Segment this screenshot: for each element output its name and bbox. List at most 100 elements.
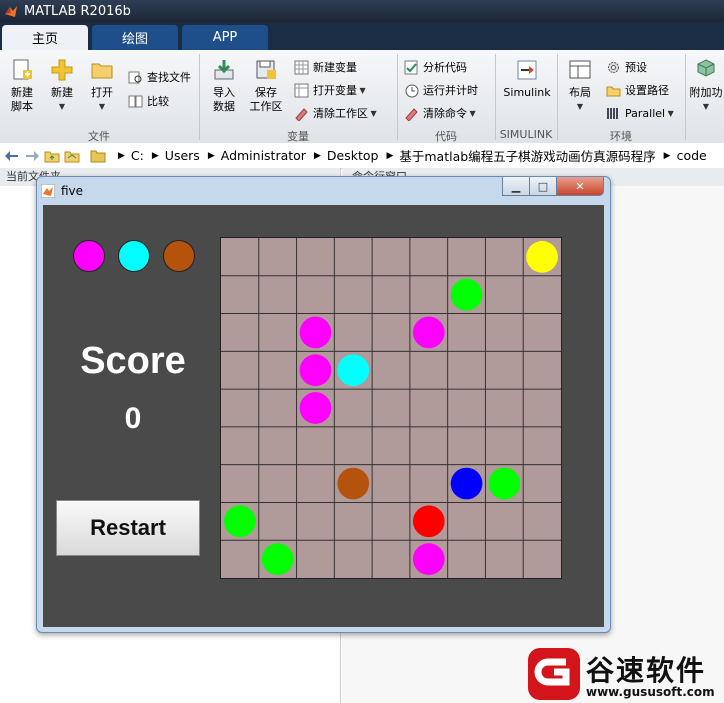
simulink-label: Simulink (503, 86, 551, 99)
game-piece[interactable] (337, 354, 370, 387)
game-board[interactable] (220, 237, 562, 579)
game-piece[interactable] (299, 392, 332, 424)
group-divider (685, 54, 686, 140)
new-variable-label: 新建变量 (313, 61, 357, 74)
preferences-button[interactable]: 预设 (606, 58, 647, 76)
game-piece[interactable] (299, 354, 332, 387)
save-workspace-button[interactable]: 保存 工作区 (246, 58, 286, 114)
minimize-button[interactable]: ▁ (502, 177, 530, 196)
restart-button[interactable]: Restart (56, 500, 200, 556)
parallel-icon (607, 107, 618, 119)
import-data-icon (212, 58, 236, 82)
save-workspace-label: 保存 工作区 (249, 86, 283, 113)
tab-plots[interactable]: 绘图 (92, 25, 178, 50)
add-ons-icon (694, 58, 718, 82)
breadcrumb-separator-icon: ▶ (207, 150, 215, 161)
import-data-button[interactable]: 导入 数据 (206, 58, 242, 114)
board-grid[interactable] (221, 238, 561, 578)
tab-home[interactable]: 主页 (2, 25, 88, 50)
game-piece[interactable] (337, 467, 370, 500)
clear-commands-icon (405, 107, 418, 121)
breadcrumb-item[interactable]: Users (165, 148, 200, 163)
breadcrumb-item[interactable]: code (677, 148, 707, 163)
open-button[interactable]: 打开 ▼ (84, 58, 120, 114)
close-icon: ✕ (575, 179, 585, 193)
maximize-button[interactable]: □ (529, 177, 557, 196)
add-ons-button[interactable]: 附加功 ▼ (688, 58, 724, 114)
new-button[interactable]: 新建 ▼ (44, 58, 80, 114)
variable-group-label: 变量 (287, 130, 309, 143)
figure-window: five ▁ □ ✕ Score 0 Restart (36, 176, 611, 633)
current-folder-address-bar: ▶ C: ▶ Users ▶ Administrator ▶ Desktop ▶… (0, 143, 724, 169)
file-group-label: 文件 (88, 130, 110, 143)
run-and-time-button[interactable]: 运行并计时 (404, 81, 478, 99)
open-variable-button[interactable]: 打开变量 ▼ (294, 81, 366, 99)
breadcrumb-item[interactable]: Administrator (221, 148, 306, 163)
new-variable-button[interactable]: 新建变量 (294, 58, 357, 76)
game-piece[interactable] (224, 505, 256, 538)
preferences-label: 预设 (625, 61, 647, 74)
game-piece[interactable] (412, 316, 445, 349)
game-piece[interactable] (488, 467, 521, 500)
tab-apps[interactable]: APP (182, 25, 268, 50)
run-and-time-icon (405, 84, 419, 97)
set-path-button[interactable]: 设置路径 (606, 81, 669, 99)
clear-commands-button[interactable]: 清除命令 ▼ (404, 104, 476, 122)
score-label: Score (80, 340, 186, 382)
game-piece[interactable] (450, 278, 483, 311)
new-variable-icon (294, 60, 309, 74)
player-color-swatch (118, 240, 150, 272)
breadcrumb: ▶ C: ▶ Users ▶ Administrator ▶ Desktop ▶… (110, 146, 707, 165)
open-label: 打开 (91, 86, 113, 99)
breadcrumb-separator-icon: ▶ (663, 150, 671, 161)
breadcrumb-item[interactable]: C: (131, 148, 144, 163)
clear-workspace-dropdown-icon: ▼ (368, 108, 377, 118)
minimize-icon: ▁ (511, 179, 521, 193)
import-data-label: 导入 数据 (213, 86, 235, 113)
breadcrumb-item[interactable]: 基于matlab编程五子棋游戏动画仿真源码程序 (399, 146, 655, 165)
open-dropdown-icon: ▼ (98, 102, 106, 111)
back-arrow-icon[interactable] (4, 148, 20, 164)
parallel-label: Parallel (625, 106, 666, 120)
breadcrumb-item[interactable]: Desktop (327, 148, 379, 163)
up-folder-icon[interactable] (44, 148, 60, 164)
compare-button[interactable]: 比较 (128, 92, 169, 110)
clear-workspace-label: 清除工作区 (313, 107, 368, 120)
game-piece[interactable] (526, 241, 558, 273)
close-button[interactable]: ✕ (556, 177, 604, 196)
player-color-swatch (163, 240, 195, 272)
analyze-code-button[interactable]: 分析代码 (404, 58, 467, 76)
score-value: 0 (124, 402, 142, 435)
game-piece[interactable] (299, 316, 332, 349)
clear-workspace-button[interactable]: 清除工作区 ▼ (294, 104, 377, 122)
game-piece[interactable] (261, 543, 294, 575)
game-piece[interactable] (412, 505, 445, 538)
player-color-swatch (73, 240, 105, 272)
figure-title: five (61, 184, 84, 198)
watermark-brand: 谷速软件 (586, 654, 707, 687)
parallel-button[interactable]: Parallel ▼ (606, 104, 674, 122)
new-script-icon (10, 58, 34, 82)
analyze-code-icon (404, 60, 418, 74)
maximize-icon: □ (537, 179, 549, 193)
game-piece[interactable] (412, 543, 445, 575)
open-variable-label: 打开变量 (313, 84, 357, 97)
layout-button[interactable]: 布局 ▼ (562, 58, 598, 114)
watermark: 谷速软件 www.gususoft.com (524, 645, 724, 703)
clear-workspace-icon (295, 107, 308, 121)
open-variable-dropdown-icon: ▼ (357, 85, 366, 95)
set-path-label: 设置路径 (625, 84, 669, 97)
browse-folder-icon[interactable] (64, 148, 80, 164)
new-script-button[interactable]: 新建 脚本 (4, 58, 40, 114)
ribbon-tabs: 主页 绘图 APP (0, 22, 724, 50)
forward-arrow-icon[interactable] (24, 148, 40, 164)
find-files-button[interactable]: 查找文件 (128, 68, 191, 86)
game-piece[interactable] (450, 467, 483, 500)
watermark-url: www.gususoft.com (586, 685, 715, 699)
set-path-icon (606, 86, 621, 96)
simulink-button[interactable]: Simulink (500, 58, 554, 100)
folder-icon (90, 150, 106, 162)
save-workspace-icon (254, 58, 278, 82)
open-variable-icon (294, 83, 309, 97)
parallel-dropdown-icon: ▼ (665, 108, 674, 118)
